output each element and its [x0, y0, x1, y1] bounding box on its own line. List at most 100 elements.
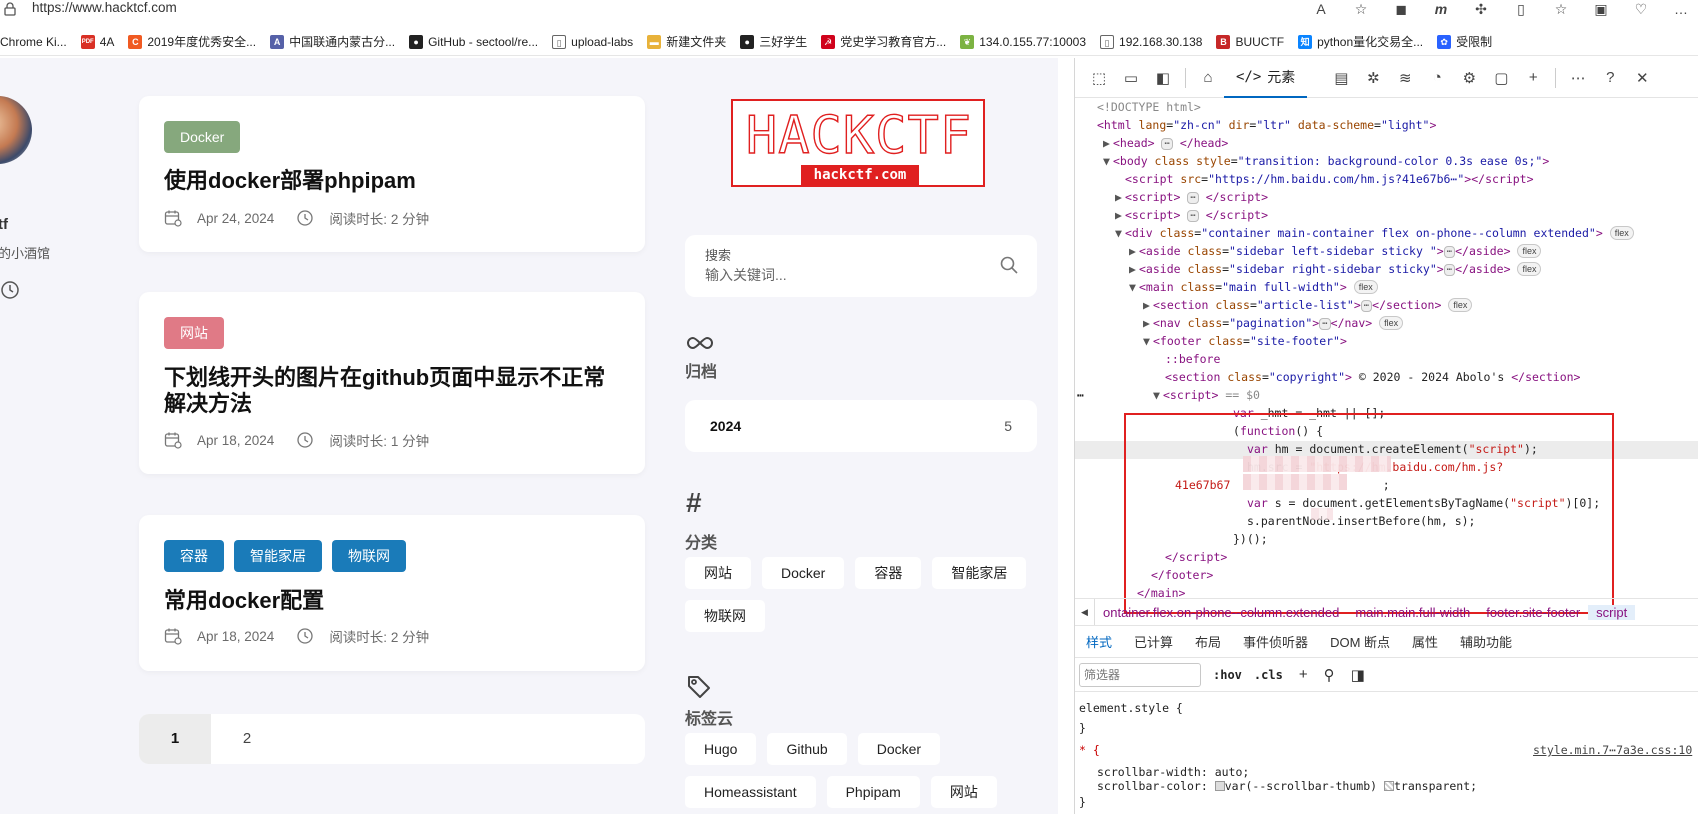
node-actions-icon[interactable]: ⋯	[1077, 386, 1084, 404]
bookmark-item[interactable]: ● GitHub - sectool/re...	[409, 34, 538, 49]
breadcrumb-item[interactable]: ontainer.flex.on-phone--column.extended	[1095, 605, 1347, 620]
article-title[interactable]: 常用docker配置	[164, 588, 624, 614]
home-icon[interactable]: ⌂	[1192, 64, 1224, 92]
article-card[interactable]: 容器 智能家居 物联网 常用docker配置 Apr 18, 2024 阅读时长: …	[139, 515, 645, 671]
dom-line[interactable]: ▶ <nav class="pagination"> ⋯ </nav> flex	[1143, 314, 1404, 332]
article-card[interactable]: 网站 下划线开头的图片在github页面中显示不正常解决方法 Apr 18, 2…	[139, 292, 645, 474]
add-tool-icon[interactable]: +	[1517, 64, 1549, 92]
tab-computed[interactable]: 已计算	[1123, 632, 1184, 651]
elements-tree[interactable]: <!DOCTYPE html> <html lang="zh-cn" dir="…	[1075, 98, 1698, 614]
article-title[interactable]: 使用docker部署phpipam	[164, 168, 624, 194]
dock-icon[interactable]: ◧	[1147, 64, 1179, 92]
performance-icon[interactable]: ◔	[1421, 64, 1453, 92]
application-icon[interactable]: ▢	[1485, 64, 1517, 92]
dom-line[interactable]: <!DOCTYPE html>	[1097, 98, 1201, 116]
tab-dom-breakpoints[interactable]: DOM 断点	[1319, 632, 1401, 651]
paint-icon[interactable]: ⚲	[1324, 666, 1335, 684]
breadcrumb-back-icon[interactable]: ◀	[1075, 599, 1095, 625]
category-chip[interactable]: 容器	[855, 557, 922, 589]
tab-properties[interactable]: 属性	[1401, 632, 1449, 651]
site-logo[interactable]: HACKCTF hackctf.com	[731, 99, 985, 187]
more-menu-icon[interactable]: …	[1672, 1, 1690, 17]
avatar[interactable]	[0, 96, 32, 164]
dom-line[interactable]: ▼ <script> == $0	[1153, 386, 1260, 404]
dom-line[interactable]: ▼ <body class style="transition: backgrou…	[1103, 152, 1549, 170]
bookmark-item[interactable]: B BUUCTF	[1216, 34, 1284, 49]
style-line[interactable]: scrollbar-color: var(--scrollbar-thumb) …	[1097, 778, 1477, 794]
style-line[interactable]: element.style {	[1079, 700, 1183, 716]
collections-icon[interactable]: ▣	[1592, 1, 1610, 17]
dom-line[interactable]: ▼ <main class="main full-width"> flex	[1129, 278, 1378, 296]
dom-line[interactable]: ▶ <head> ⋯ </head>	[1103, 134, 1228, 152]
extension-m-icon[interactable]: m	[1432, 1, 1450, 17]
breadcrumb-item[interactable]: footer.site-footer	[1478, 605, 1588, 620]
search-icon[interactable]	[999, 255, 1019, 275]
tag-chip[interactable]: Hugo	[685, 733, 757, 765]
archive-item-2024[interactable]: 2024 5	[685, 400, 1037, 452]
category-chip[interactable]: 物联网	[685, 600, 765, 632]
article-card[interactable]: Docker 使用docker部署phpipam Apr 24, 2024 阅读…	[139, 96, 645, 252]
dom-line[interactable]: ▶ <aside class="sidebar left-sidebar stic…	[1129, 242, 1542, 260]
bookmark-item[interactable]: ❦ 134.0.155.77:10003	[960, 34, 1086, 49]
puzzle-icon[interactable]: ✣	[1472, 1, 1490, 17]
category-chip[interactable]: Docker	[762, 557, 845, 589]
sidebar-toggle-icon[interactable]: ◨	[1351, 666, 1365, 684]
bookmark-item[interactable]: PDF 4A	[80, 34, 114, 49]
search-input[interactable]	[705, 265, 985, 285]
tag-chip[interactable]: Homeassistant	[685, 776, 816, 808]
tab-layout[interactable]: 布局	[1184, 632, 1232, 651]
hov-toggle[interactable]: :hov	[1213, 668, 1242, 682]
shield-icon[interactable]: ♡	[1632, 1, 1650, 17]
category-chip[interactable]: 网站	[685, 557, 751, 589]
tag-chip[interactable]: Docker	[857, 733, 941, 765]
bug-icon[interactable]: ✲	[1357, 64, 1389, 92]
dom-line[interactable]: <html lang="zh-cn" dir="ltr" data-scheme…	[1097, 116, 1436, 134]
breadcrumb-item[interactable]: main.main.full-width	[1347, 605, 1478, 620]
dom-line[interactable]: ▼ <footer class="site-footer">	[1143, 332, 1347, 350]
dom-line[interactable]: <script src="https://hm.baidu.com/hm.js?…	[1125, 170, 1534, 188]
article-tag[interactable]: 容器	[164, 540, 224, 572]
dom-line[interactable]: ▶ <aside class="sidebar right-sidebar sti…	[1129, 260, 1542, 278]
dom-line[interactable]: ::before	[1165, 350, 1220, 368]
article-tag[interactable]: 网站	[164, 317, 224, 349]
bookmark-item[interactable]: ▯ 192.168.30.138	[1100, 34, 1202, 49]
bookmark-item[interactable]: C 2019年度优秀安全...	[128, 33, 256, 50]
style-selector[interactable]: * {	[1079, 742, 1100, 758]
more-icon[interactable]: ⋯	[1562, 64, 1594, 92]
tag-chip[interactable]: 网站	[930, 776, 997, 808]
stylesheet-link[interactable]: style.min.7⋯7a3e.css:10	[1533, 742, 1692, 758]
article-title[interactable]: 下划线开头的图片在github页面中显示不正常解决方法	[164, 365, 624, 417]
dom-line[interactable]: ▼ <div class="container main-container fl…	[1115, 224, 1634, 242]
help-icon[interactable]: ?	[1594, 64, 1626, 92]
device-toolbar-icon[interactable]: ▭	[1115, 64, 1147, 92]
read-aloud-icon[interactable]: A	[1312, 1, 1330, 17]
address-bar[interactable]: https://www.hacktcf.com A ☆ ◼ m ✣ ▯ ☆ ▣ …	[0, 0, 1698, 20]
url-text[interactable]: https://www.hacktcf.com	[32, 0, 177, 16]
inspect-icon[interactable]: ⬚	[1083, 64, 1115, 92]
network-icon[interactable]: ≋	[1389, 64, 1421, 92]
category-chip[interactable]: 智能家居	[932, 557, 1027, 589]
bookmark-item[interactable]: ● 三好学生	[740, 33, 807, 50]
split-screen-icon[interactable]: ▯	[1512, 1, 1530, 17]
article-tag[interactable]: 物联网	[332, 540, 406, 572]
favorite-star-icon[interactable]: ☆	[1352, 1, 1370, 17]
tab-styles[interactable]: 样式	[1075, 632, 1123, 651]
tab-event-listeners[interactable]: 事件侦听器	[1232, 632, 1319, 651]
tab-accessibility[interactable]: 辅助功能	[1449, 632, 1523, 651]
bookmark-item[interactable]: A 中国联通内蒙古分...	[270, 33, 395, 50]
color-swatch[interactable]	[1383, 781, 1394, 791]
extension-icon[interactable]: ◼	[1392, 1, 1410, 17]
dom-line[interactable]: ▶ <script> ⋯ </script>	[1115, 188, 1268, 206]
color-swatch[interactable]	[1214, 781, 1225, 791]
page-link-2[interactable]: 2	[211, 714, 283, 764]
bookmark-item[interactable]: ▯ upload-labs	[552, 34, 633, 49]
tab-elements[interactable]: </> 元素	[1224, 58, 1308, 98]
favorites-icon[interactable]: ☆	[1552, 1, 1570, 17]
bookmark-item[interactable]: ☭ 党史学习教育官方...	[821, 33, 946, 50]
tag-chip[interactable]: Github	[767, 733, 847, 765]
page-link-1[interactable]: 1	[139, 714, 211, 764]
styles-filter-input[interactable]	[1079, 662, 1201, 687]
article-tag[interactable]: Docker	[164, 121, 241, 153]
dom-line[interactable]: ▶ <script> ⋯ </script>	[1115, 206, 1268, 224]
bookmark-item[interactable]: ✿ 受限制	[1437, 33, 1492, 50]
